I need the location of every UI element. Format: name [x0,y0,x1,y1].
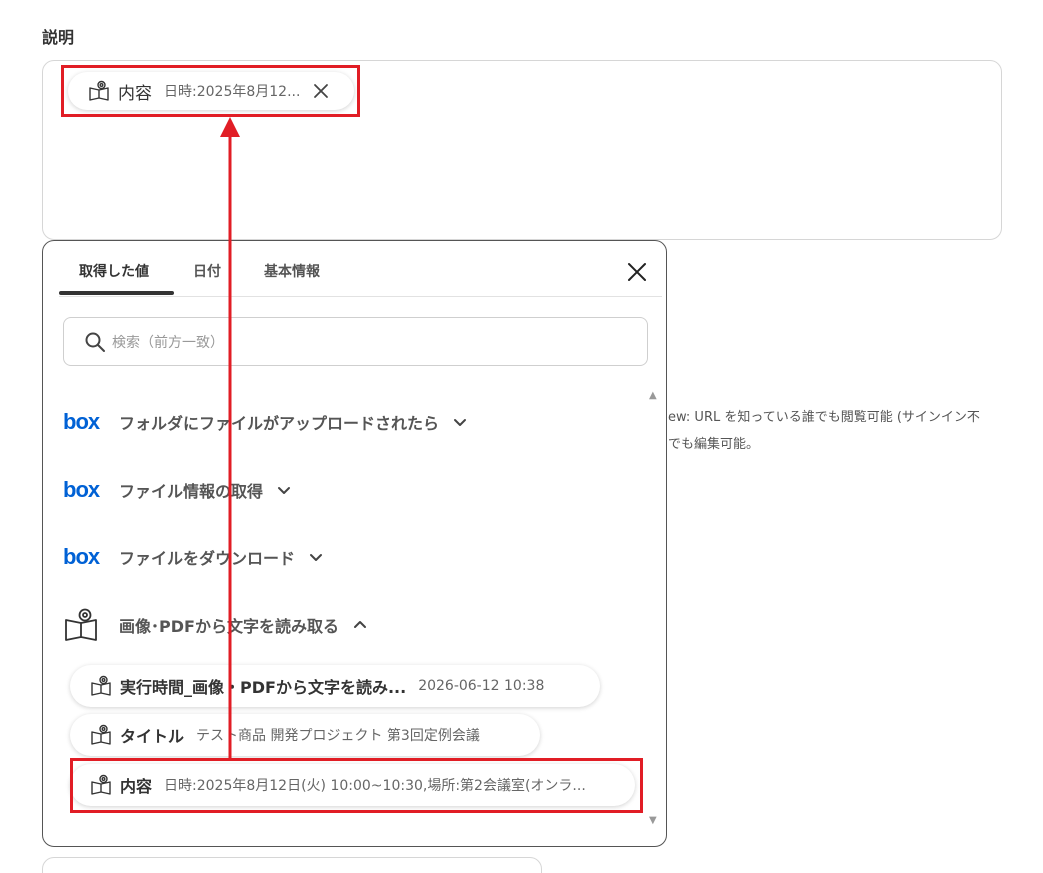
chip-value: 日時:2025年8月12... [164,84,301,100]
output-variable-chip[interactable]: 内容 日時:2025年8月12日(火) 10:00~10:30,場所:第2会議室… [70,764,635,806]
selected-variable-chip[interactable]: 内容 日時:2025年8月12... [68,72,354,110]
box-logo-icon: box [63,546,103,568]
svg-text:box: box [63,547,101,567]
chevron-down-icon [277,483,291,497]
operation-label: 画像･PDFから文字を読み取る [119,617,339,636]
chevron-down-icon [309,550,323,564]
operation-label: ファイルをダウンロード [119,549,296,568]
ocr-book-icon [90,675,112,697]
search-input[interactable]: 検索（前方一致） [63,317,648,366]
chip-value: 2026-06-12 10:38 [418,678,545,694]
chip-name: 内容 [120,777,153,796]
ocr-book-icon [88,80,110,102]
variable-picker-panel: 取得した値 日付 基本情報 検索（前方一致） ▲ ▼ box フォルダにファイル… [42,240,667,847]
active-tab-indicator [59,291,174,295]
box-logo-icon: box [63,411,103,433]
close-icon[interactable] [625,260,649,284]
chip-value: 日時:2025年8月12日(火) 10:00~10:30,場所:第2会議室(オン… [164,778,586,794]
tab-date[interactable]: 日付 [193,261,221,281]
background-text-line: でも編集可能。 [668,437,760,452]
operation-item[interactable]: box ファイルをダウンロード [63,542,323,572]
operation-item[interactable]: box ファイル情報の取得 [63,475,291,505]
chip-name: 実行時間_画像・PDFから文字を読み... [120,678,407,697]
output-variable-chip[interactable]: タイトル テスト商品 開発プロジェクト 第3回定例会議 [70,714,540,756]
chip-name: 内容 [118,83,152,104]
next-field[interactable] [42,857,542,873]
background-text-line: ew: URL を知っている誰でも閲覧可能 (サインイン不 [668,410,980,425]
chip-name: タイトル [120,727,185,746]
ocr-book-icon [63,607,99,643]
scroll-down-arrow[interactable]: ▼ [649,815,657,826]
chevron-down-icon [453,415,467,429]
search-icon [84,331,106,353]
chip-value: テスト商品 開発プロジェクト 第3回定例会議 [196,728,480,744]
operation-label: フォルダにファイルがアップロードされたら [119,414,440,433]
tab-bar: 取得した値 日付 基本情報 [59,241,662,297]
operation-label: ファイル情報の取得 [119,482,264,501]
svg-text:box: box [63,480,101,500]
box-logo-icon: box [63,479,103,501]
close-icon[interactable] [312,82,330,100]
tab-acquired-values[interactable]: 取得した値 [79,261,149,281]
chevron-up-icon [353,618,367,632]
ocr-book-icon [90,724,112,746]
search-placeholder: 検索（前方一致） [112,334,224,351]
operation-item[interactable]: 画像･PDFから文字を読み取る [63,605,367,645]
output-variable-chip[interactable]: 実行時間_画像・PDFから文字を読み... 2026-06-12 10:38 [70,665,600,707]
ocr-book-icon [90,774,112,796]
svg-text:box: box [63,412,101,432]
field-label: 説明 [42,28,75,47]
scroll-up-arrow[interactable]: ▲ [649,390,657,401]
operation-item[interactable]: box フォルダにファイルがアップロードされたら [63,407,467,437]
tab-basic-info[interactable]: 基本情報 [264,261,320,281]
